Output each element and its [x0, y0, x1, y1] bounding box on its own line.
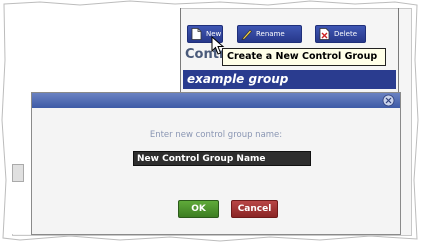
close-icon[interactable]	[382, 94, 395, 107]
rename-button-label: Rename	[256, 30, 285, 38]
group-name-input[interactable]	[133, 151, 311, 166]
new-document-icon	[191, 28, 202, 40]
delete-button-label: Delete	[334, 30, 357, 38]
pencil-icon	[241, 29, 252, 40]
list-item-example-group[interactable]: example group	[183, 70, 396, 89]
new-control-group-dialog: Enter new control group name: OK Cancel	[31, 92, 401, 235]
dialog-prompt: Enter new control group name:	[149, 130, 283, 140]
delete-button[interactable]: Delete	[315, 25, 366, 43]
side-tab[interactable]	[12, 164, 24, 182]
dialog-titlebar[interactable]	[32, 93, 400, 108]
cancel-button[interactable]: Cancel	[231, 200, 278, 218]
ok-button[interactable]: OK	[178, 200, 219, 218]
mouse-pointer-icon	[211, 36, 225, 55]
tooltip: Create a New Control Group	[222, 48, 386, 66]
delete-document-icon	[319, 28, 330, 40]
rename-button[interactable]: Rename	[237, 25, 302, 43]
